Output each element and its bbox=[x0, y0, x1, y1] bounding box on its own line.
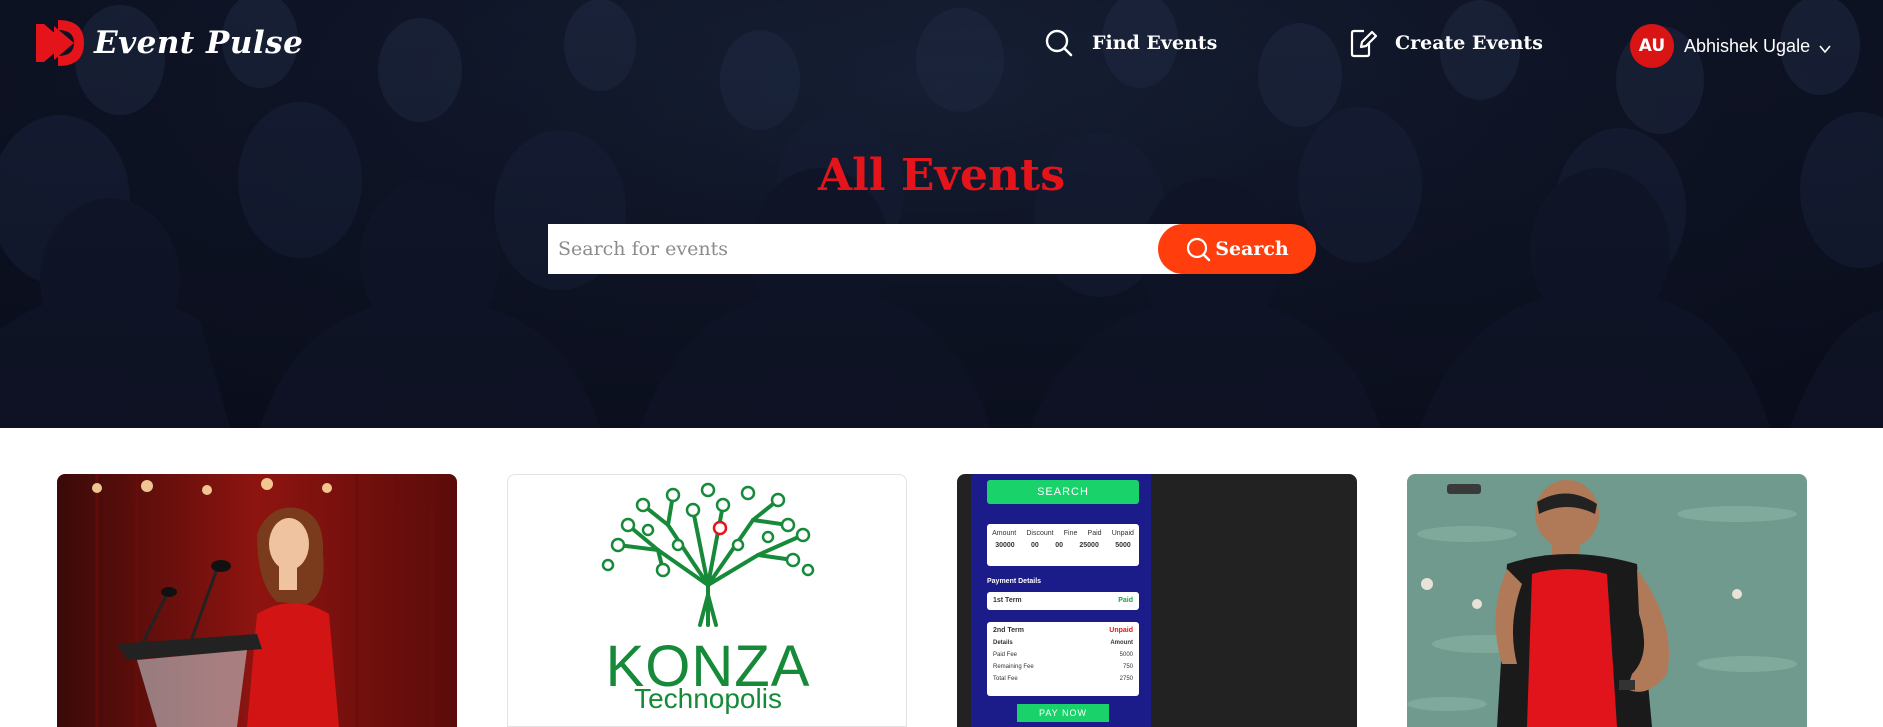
mockup-term1-status: Paid bbox=[1118, 597, 1133, 604]
brand-name: Event Pulse bbox=[94, 25, 304, 61]
mockup-line-label: Total Fee bbox=[993, 676, 1018, 682]
event-card-speaker[interactable] bbox=[57, 474, 457, 727]
mockup-line-label: Remaining Fee bbox=[993, 664, 1034, 670]
event-card-triathlon[interactable] bbox=[1407, 474, 1807, 727]
mockup-value: 30000 bbox=[995, 542, 1015, 549]
user-menu[interactable]: AU Abhishek Ugale bbox=[1630, 24, 1832, 68]
page-title: All Events bbox=[817, 150, 1066, 201]
mockup-details-label: Details bbox=[993, 640, 1013, 646]
search-button[interactable]: Search bbox=[1158, 224, 1316, 274]
woman-speaking-at-podium-image bbox=[57, 474, 457, 727]
edit-document-icon bbox=[1350, 29, 1377, 58]
mockup-term2-label: 2nd Term bbox=[993, 627, 1024, 634]
mockup-value: 25000 bbox=[1079, 542, 1099, 549]
mockup-summary: Amount Discount Fine Paid Unpaid 30000 0… bbox=[987, 524, 1139, 566]
mockup-amount-label: Amount bbox=[1110, 640, 1133, 646]
mockup-term2-status: Unpaid bbox=[1109, 627, 1133, 634]
mockup-line-label: Paid Fee bbox=[993, 652, 1018, 658]
brand[interactable]: Event Pulse bbox=[36, 18, 303, 68]
mockup-pay-now-label: PAY NOW bbox=[1017, 704, 1109, 722]
mockup-value: 00 bbox=[1031, 542, 1039, 549]
nav-find-events-label: Find Events bbox=[1092, 32, 1218, 54]
mockup-term2: 2nd Term Unpaid Details Amount Paid Fee … bbox=[987, 622, 1139, 696]
mockup-header: Paid bbox=[1087, 530, 1102, 537]
search-button-label: Search bbox=[1215, 238, 1289, 260]
mockup-line-value: 5000 bbox=[1119, 652, 1133, 658]
mockup-header: Unpaid bbox=[1111, 530, 1134, 537]
mockup-header: Amount bbox=[992, 530, 1017, 537]
nav-create-events[interactable]: Create Events bbox=[1347, 28, 1543, 58]
event-card-konza[interactable]: KONZA Technopolis bbox=[507, 474, 907, 727]
search-icon bbox=[1187, 237, 1211, 262]
search-bar: Search bbox=[548, 224, 1316, 274]
chevron-down-icon bbox=[1819, 45, 1831, 54]
triathlete-in-red-wetsuit-image bbox=[1407, 474, 1807, 727]
user-name: Abhishek Ugale bbox=[1684, 35, 1811, 56]
konza-logo-subtitle: Technopolis bbox=[634, 683, 782, 714]
avatar: AU bbox=[1630, 24, 1674, 68]
mockup-header: Discount bbox=[1026, 530, 1054, 537]
mockup-payment-details-label: Payment Details bbox=[987, 578, 1042, 585]
mockup-term1-label: 1st Term bbox=[993, 597, 1022, 604]
event-card-payment-app[interactable]: SEARCH Amount Discount Fine Paid Unpaid … bbox=[957, 474, 1357, 727]
mockup-search-label: SEARCH bbox=[987, 480, 1139, 504]
mockup-value: 5000 bbox=[1115, 542, 1131, 549]
double-play-logo-icon bbox=[36, 20, 84, 66]
nav-find-events[interactable]: Find Events bbox=[1044, 28, 1217, 58]
mockup-line-value: 750 bbox=[1122, 664, 1133, 670]
mockup-line-value: 2750 bbox=[1119, 676, 1133, 682]
search-icon bbox=[1045, 29, 1073, 57]
mockup-value: 00 bbox=[1055, 542, 1063, 549]
nav-create-events-label: Create Events bbox=[1395, 32, 1543, 54]
payment-app-mockup-image: SEARCH Amount Discount Fine Paid Unpaid … bbox=[971, 474, 1151, 727]
mockup-header: Fine bbox=[1063, 530, 1078, 537]
mockup-term1: 1st Term Paid bbox=[987, 592, 1139, 610]
search-input[interactable] bbox=[548, 224, 1188, 274]
